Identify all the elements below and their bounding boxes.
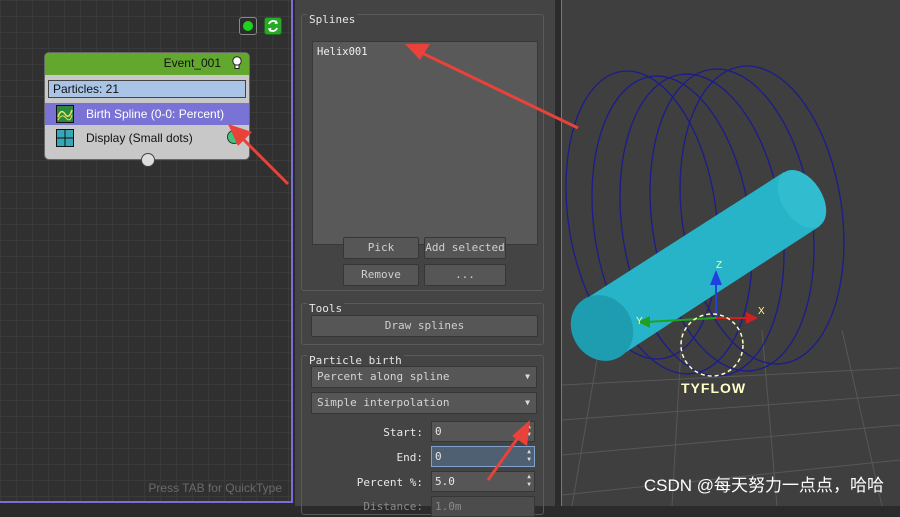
spline-list[interactable]: Helix001 bbox=[312, 41, 538, 245]
tools-group: Tools Draw splines bbox=[301, 302, 544, 345]
pick-button[interactable]: Pick bbox=[343, 237, 419, 259]
spinner-value: 1.0m bbox=[435, 500, 462, 513]
more-options-button[interactable]: ... bbox=[424, 264, 506, 286]
axis-z-label: Z bbox=[716, 260, 722, 271]
distance-label: Distance: bbox=[363, 500, 423, 513]
dropdown-value: Simple interpolation bbox=[317, 396, 450, 409]
dropdown-value: Percent along spline bbox=[317, 370, 450, 383]
spinner-arrows-icon[interactable]: ▲ ▼ bbox=[525, 448, 533, 465]
spinner-arrows-icon[interactable]: ▲ ▼ bbox=[525, 473, 533, 490]
list-item[interactable]: Helix001 bbox=[317, 46, 368, 58]
percent-spinner[interactable]: 5.0 ▲ ▼ bbox=[431, 471, 535, 492]
dropdown-arrow-icon: ▼ bbox=[525, 372, 530, 381]
viewport-scene: Z Y X bbox=[561, 65, 900, 507]
start-spinner[interactable]: 0 ▲ ▼ bbox=[431, 421, 535, 442]
distance-spinner: 1.0m bbox=[431, 496, 535, 517]
birth-mode-dropdown[interactable]: Percent along spline ▼ bbox=[311, 366, 537, 388]
spinner-arrows-icon[interactable]: ▲ ▼ bbox=[525, 423, 533, 440]
group-title: Splines bbox=[307, 13, 358, 26]
axis-x-label: X bbox=[758, 306, 765, 317]
start-label: Start: bbox=[383, 426, 423, 439]
interpolation-dropdown[interactable]: Simple interpolation ▼ bbox=[311, 392, 537, 414]
percent-label: Percent %: bbox=[356, 476, 423, 489]
add-selected-button[interactable]: Add selected bbox=[424, 237, 506, 259]
splines-group: Splines Helix001 Pick Add selected Remov… bbox=[301, 13, 544, 291]
cylinder-object[interactable] bbox=[562, 161, 836, 373]
draw-splines-button[interactable]: Draw splines bbox=[311, 315, 538, 337]
watermark-text: CSDN @每天努力一点点，哈哈 bbox=[643, 476, 884, 495]
end-spinner[interactable]: 0 ▲ ▼ bbox=[431, 446, 535, 467]
tyflow-gizmo-label: TYFLOW bbox=[681, 380, 747, 396]
group-title: Tools bbox=[307, 302, 345, 315]
spinner-value: 0 bbox=[435, 425, 442, 438]
dropdown-arrow-icon: ▼ bbox=[525, 398, 530, 407]
3d-viewport[interactable]: Z Y X bbox=[561, 0, 900, 507]
axis-y-label: Y bbox=[636, 316, 643, 327]
remove-button[interactable]: Remove bbox=[343, 264, 419, 286]
spinner-value: 5.0 bbox=[435, 475, 455, 488]
end-label: End: bbox=[396, 451, 424, 464]
spinner-value: 0 bbox=[435, 450, 442, 463]
